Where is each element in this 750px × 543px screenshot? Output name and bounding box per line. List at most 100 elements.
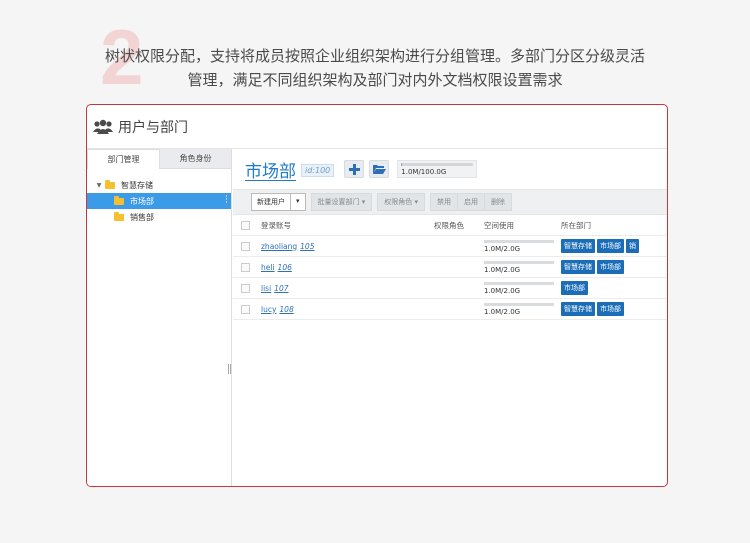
quota-fill: [401, 163, 402, 166]
row-check-cell: [233, 283, 257, 293]
sidebar-tabs: 部门管理 角色身份: [87, 149, 231, 169]
space-cell: 1.0M/2.0G: [484, 239, 561, 253]
table-header: 登录账号 权限角色 空间使用 所在部门: [233, 215, 667, 236]
folder-open-icon: [372, 165, 386, 174]
header-account[interactable]: 登录账号: [257, 220, 434, 231]
user-table: 登录账号 权限角色 空间使用 所在部门 zhaoliang 105 1.0M/2.…: [233, 215, 667, 320]
space-cell: 1.0M/2.0G: [484, 302, 561, 316]
space-bar: [484, 260, 554, 264]
account-id: 108: [279, 304, 294, 314]
account-link[interactable]: lucy: [261, 305, 276, 314]
department-detail: 市场部 id:100 1.0M/100.0G 新建用户 ▾ 批量设置部门 ▾ 权…: [233, 149, 667, 486]
add-button[interactable]: [344, 160, 365, 178]
dept-tag[interactable]: 智慧存储: [561, 260, 595, 274]
department-sidebar: 部门管理 角色身份 ▼ 智慧存储 市场部 · · · 销售部: [87, 149, 232, 486]
tab-role-identity[interactable]: 角色身份: [160, 149, 231, 169]
new-user-button[interactable]: 新建用户: [251, 193, 291, 211]
table-row[interactable]: heli 106 1.0M/2.0G 智慧存储 市场部: [233, 257, 667, 278]
caret-down-icon: ▾: [296, 197, 300, 205]
row-check-cell: [233, 262, 257, 272]
users-icon: [92, 119, 114, 135]
dept-cell: 智慧存储 市场部: [561, 260, 667, 274]
tree-node-label: 市场部: [130, 196, 154, 206]
department-id-badge: id:100: [301, 164, 335, 177]
tab-department-management[interactable]: 部门管理: [87, 149, 160, 169]
more-options-icon[interactable]: · · ·: [225, 193, 228, 208]
tree-node-sales[interactable]: 销售部: [87, 209, 231, 225]
user-toolbar: 新建用户 ▾ 批量设置部门 ▾ 权限角色 ▾ 禁用 启用 删除: [233, 189, 667, 215]
account-cell: lisi 107: [257, 284, 434, 293]
department-header: 市场部 id:100 1.0M/100.0G: [233, 149, 667, 189]
permission-role-button[interactable]: 权限角色 ▾: [377, 193, 426, 211]
header-dept[interactable]: 所在部门: [561, 220, 667, 231]
account-cell: heli 106: [257, 263, 434, 272]
department-quota: 1.0M/100.0G: [397, 160, 478, 178]
select-all-cell: [233, 220, 257, 230]
folder-icon: [114, 211, 124, 221]
tree-node-label: 智慧存储: [121, 180, 153, 190]
space-bar: [484, 239, 554, 243]
caret-down-icon[interactable]: ▼: [95, 182, 103, 189]
dept-tag[interactable]: 市场部: [597, 302, 624, 316]
space-cell: 1.0M/2.0G: [484, 260, 561, 274]
quota-bar: [401, 163, 474, 166]
dept-tag[interactable]: 智慧存储: [561, 302, 595, 316]
account-id: 107: [274, 283, 289, 293]
row-checkbox[interactable]: [241, 283, 250, 293]
row-checkbox[interactable]: [241, 304, 250, 314]
select-all-checkbox[interactable]: [241, 220, 250, 230]
dept-tag[interactable]: 智慧存储: [561, 239, 595, 253]
space-bar: [484, 281, 554, 285]
dept-cell: 智慧存储 市场部 销: [561, 239, 667, 253]
account-cell: lucy 108: [257, 305, 434, 314]
new-user-group: 新建用户 ▾: [251, 193, 306, 211]
table-row[interactable]: zhaoliang 105 1.0M/2.0G 智慧存储 市场部 销: [233, 236, 667, 257]
plus-icon: [348, 163, 360, 175]
users-departments-window: 用户与部门 部门管理 角色身份 ▼ 智慧存储 市场部 · · · 销售部 市场部…: [86, 104, 668, 487]
feature-caption: 树状权限分配，支持将成员按照企业组织架构进行分组管理。多部门分区分级灵活 管理，…: [0, 44, 750, 92]
folder-icon: [105, 179, 115, 189]
account-cell: zhaoliang 105: [257, 242, 434, 251]
open-folder-button[interactable]: [369, 160, 390, 178]
batch-set-department-button[interactable]: 批量设置部门 ▾: [310, 193, 373, 211]
space-text: 1.0M/2.0G: [484, 244, 521, 253]
dept-tag[interactable]: 市场部: [597, 239, 624, 253]
header-space[interactable]: 空间使用: [484, 220, 561, 231]
batch-set-department-label: 批量设置部门: [317, 198, 360, 206]
tree-node-root[interactable]: ▼ 智慧存储: [87, 177, 231, 193]
caption-line-2: 管理，满足不同组织架构及部门对内外文档权限设置需求: [187, 71, 563, 89]
dept-tag[interactable]: 市场部: [597, 260, 624, 274]
row-checkbox[interactable]: [241, 262, 250, 272]
department-name[interactable]: 市场部: [245, 157, 296, 182]
row-check-cell: [233, 304, 257, 314]
account-link[interactable]: lisi: [261, 284, 271, 293]
account-link[interactable]: heli: [261, 263, 275, 272]
space-text: 1.0M/2.0G: [484, 265, 521, 274]
tree-node-label: 销售部: [130, 212, 154, 222]
space-cell: 1.0M/2.0G: [484, 281, 561, 295]
dept-tag[interactable]: 销: [626, 239, 639, 253]
row-check-cell: [233, 241, 257, 251]
tree-node-marketing[interactable]: 市场部 · · ·: [87, 193, 231, 209]
account-id: 106: [277, 262, 292, 272]
header-role[interactable]: 权限角色: [434, 220, 484, 231]
new-user-dropdown[interactable]: ▾: [291, 193, 306, 211]
enable-button[interactable]: 启用: [457, 193, 485, 211]
table-row[interactable]: lucy 108 1.0M/2.0G 智慧存储 市场部: [233, 299, 667, 320]
department-tree: ▼ 智慧存储 市场部 · · · 销售部: [87, 169, 231, 225]
permission-role-label: 权限角色: [384, 198, 413, 206]
dept-cell: 市场部: [561, 281, 667, 295]
dept-tag[interactable]: 市场部: [561, 281, 588, 295]
row-checkbox[interactable]: [241, 241, 250, 251]
window-title: 用户与部门: [118, 119, 188, 136]
caption-line-1: 树状权限分配，支持将成员按照企业组织架构进行分组管理。多部门分区分级灵活: [104, 47, 645, 65]
resize-handle[interactable]: [228, 364, 231, 374]
table-row[interactable]: lisi 107 1.0M/2.0G 市场部: [233, 278, 667, 299]
space-text: 1.0M/2.0G: [484, 307, 521, 316]
delete-button[interactable]: 删除: [484, 193, 513, 211]
quota-text: 1.0M/100.0G: [401, 168, 447, 176]
account-id: 105: [300, 241, 315, 251]
account-link[interactable]: zhaoliang: [261, 242, 297, 251]
space-text: 1.0M/2.0G: [484, 286, 521, 295]
disable-button[interactable]: 禁用: [430, 193, 458, 211]
